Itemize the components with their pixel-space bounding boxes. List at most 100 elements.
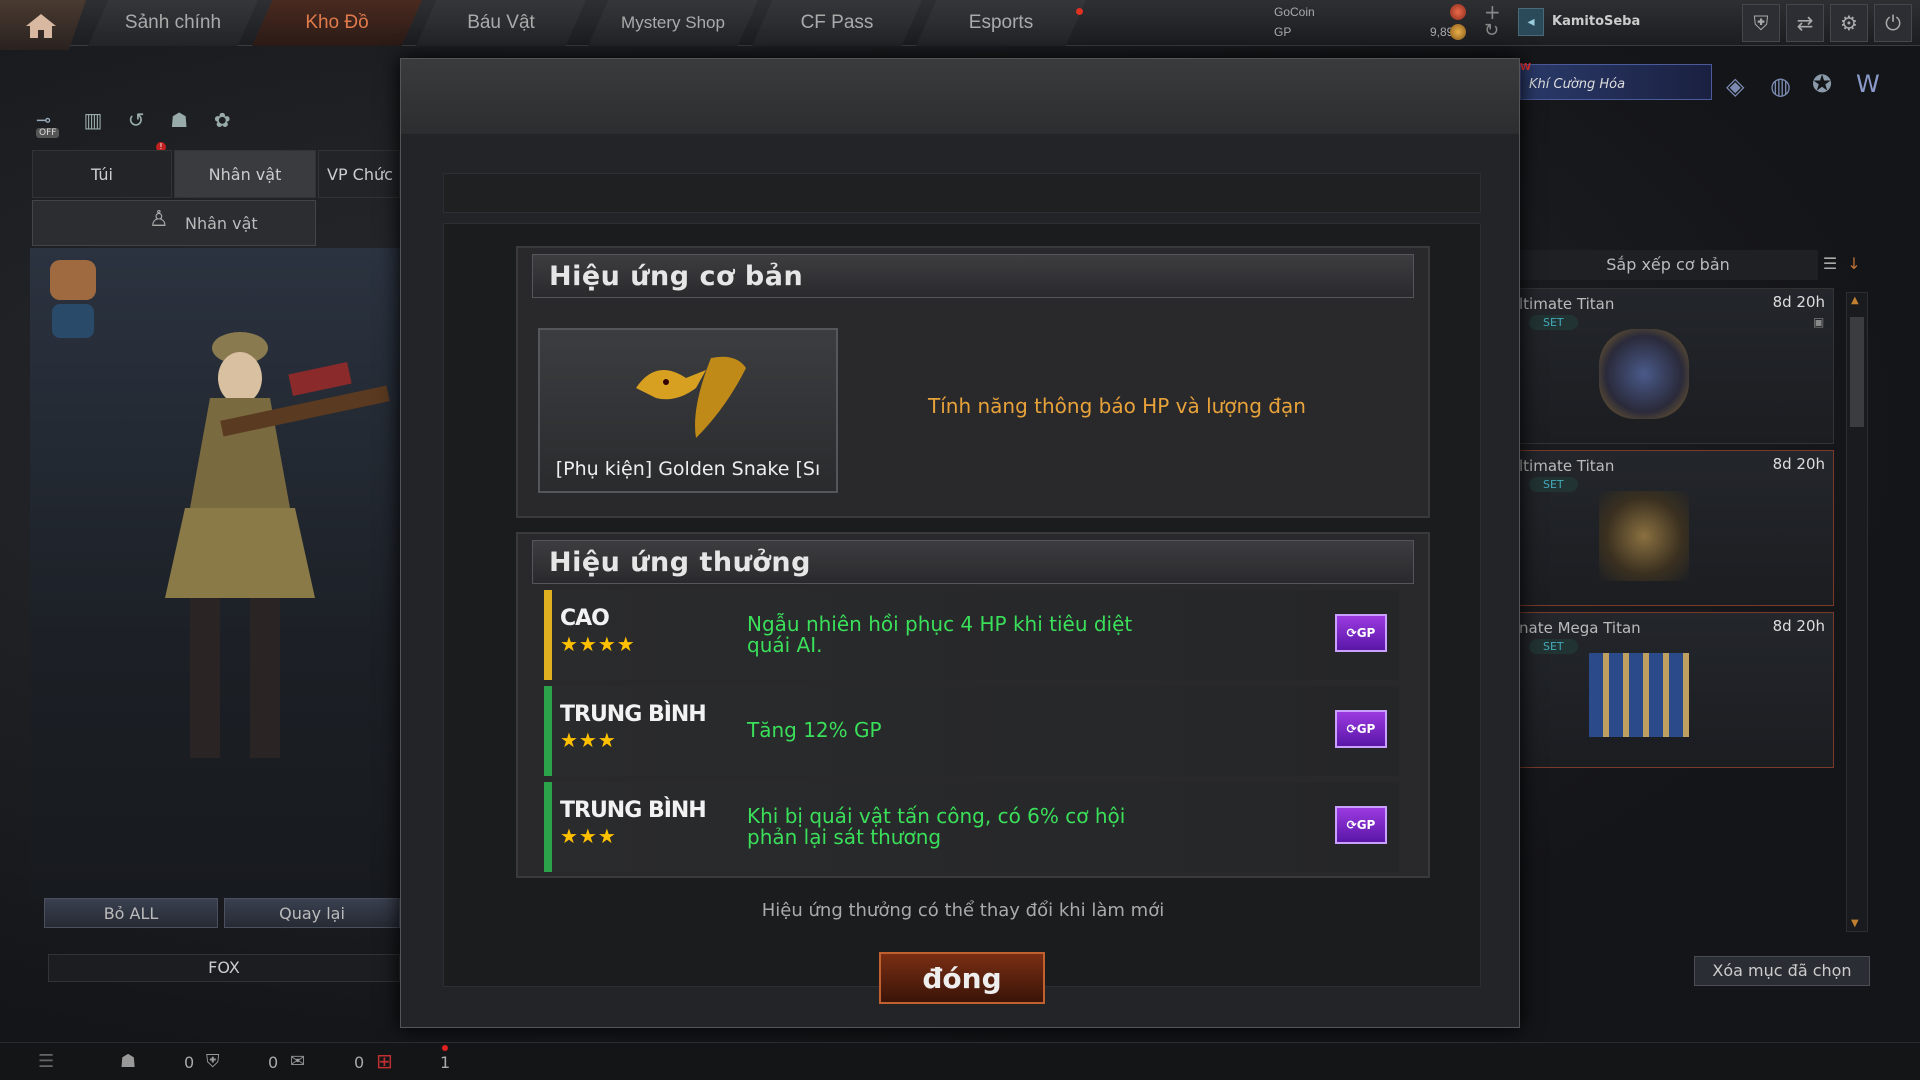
- subtab-nhan-vat[interactable]: ♙ Nhân vật: [32, 200, 316, 246]
- transfer-icon[interactable]: ⇄: [1786, 4, 1824, 42]
- legs-image: [1589, 653, 1689, 737]
- effect-text: Ngẫu nhiên hồi phục 4 HP khi tiêu diệt q…: [747, 614, 1132, 656]
- banner-label: Khí Cường Hóa: [1529, 77, 1626, 92]
- team-icon[interactable]: ☗: [120, 1051, 136, 1072]
- tab-nhan-vat[interactable]: Nhân vật: [174, 150, 316, 198]
- toggle-off-icon[interactable]: ⊸ OFF: [36, 110, 70, 140]
- mask-slot-icon[interactable]: [52, 304, 94, 338]
- reward-row: CAO ★★★★ Ngẫu nhiên hồi phục 4 HP khi ti…: [544, 590, 1399, 680]
- chat-icon[interactable]: ✉: [290, 1051, 305, 1072]
- tab-label: Sảnh chính: [124, 12, 222, 33]
- home-icon: [26, 14, 56, 38]
- inventory-item[interactable]: ltimate Titan 8d 20h SET: [1518, 450, 1834, 606]
- new-badge: W: [1520, 62, 1532, 73]
- inventory-item[interactable]: ltimate Titan 8d 20h SET ▣: [1518, 288, 1834, 444]
- emblem-icon[interactable]: ◈: [1726, 72, 1744, 100]
- wing-icon[interactable]: W: [1856, 70, 1880, 98]
- rank-badge-icon: ◂: [1518, 8, 1544, 36]
- grade-stars: ★★★: [560, 824, 617, 848]
- inventory-item[interactable]: nate Mega Titan 8d 20h SET: [1518, 612, 1834, 768]
- weapon-enhance-banner[interactable]: Khí Cường Hóa: [1520, 64, 1712, 100]
- gear-icon[interactable]: ⚙: [1830, 4, 1868, 42]
- subtab-label: Nhân vật: [185, 213, 258, 233]
- sort-label: Sắp xếp cơ bản: [1518, 250, 1818, 280]
- menu-icon[interactable]: ☰: [38, 1051, 54, 1072]
- helmet-image: [1599, 329, 1689, 419]
- notification-dot: [442, 1045, 448, 1051]
- username: KamitoSeba: [1552, 14, 1641, 29]
- gp-label: GP: [1356, 722, 1376, 736]
- close-button[interactable]: đóng: [879, 952, 1045, 1004]
- tab-label: Túi: [91, 164, 113, 184]
- scroll-down-icon[interactable]: ▼: [1851, 918, 1859, 929]
- set-badge: SET: [1529, 639, 1578, 654]
- toggle-label: OFF: [36, 128, 60, 138]
- clear-selected-button[interactable]: Xóa mục đã chọn: [1694, 956, 1870, 986]
- basic-effects-section: Hiệu ứng cơ bản [Phụ kiện] Golden Snake …: [516, 246, 1430, 518]
- tab-label: VP Chức: [327, 164, 393, 184]
- gocoin-label: GoCoin: [1274, 5, 1315, 19]
- character-model: [165, 332, 390, 758]
- lock-icon: ▣: [1813, 315, 1825, 329]
- effect-line: phản lại sát thương: [747, 825, 942, 849]
- gp-coin-icon: [1450, 24, 1466, 40]
- grade-stars: ★★★: [560, 728, 617, 752]
- dialog-body: Hiệu ứng cơ bản [Phụ kiện] Golden Snake …: [443, 223, 1481, 987]
- gp-label: GP: [1356, 818, 1376, 832]
- shield-small-icon[interactable]: ⛨: [206, 1051, 220, 1072]
- section-title: Hiệu ứng thưởng: [549, 546, 811, 578]
- globe-icon[interactable]: ◍: [1770, 72, 1791, 100]
- count-label: 0: [354, 1053, 365, 1072]
- reroll-gp-button[interactable]: ⟳ GP: [1335, 614, 1387, 652]
- back-button[interactable]: Quay lại: [224, 898, 400, 928]
- golden-snake-image: [636, 356, 746, 438]
- tab-cf-pass[interactable]: CF Pass: [752, 0, 922, 46]
- tab-sanh-chinh[interactable]: Sảnh chính: [88, 0, 258, 46]
- pose-icon[interactable]: ☗: [164, 108, 194, 132]
- gift-icon[interactable]: ⊞: [376, 1049, 393, 1073]
- item-duration: 8d 20h: [1772, 293, 1825, 311]
- grenade-icon[interactable]: ✿: [207, 108, 237, 132]
- reroll-note: Hiệu ứng thưởng có thể thay đổi khi làm …: [761, 900, 1165, 921]
- item-name: [Phụ kiện] Golden Snake [Sı: [555, 458, 821, 480]
- reroll-icon: ⟳: [1346, 626, 1357, 640]
- character-slot-icon[interactable]: [50, 260, 96, 300]
- scrollbar-thumb[interactable]: [1850, 317, 1864, 427]
- effect-line: Khi bị quái vật tấn công, có 6% cơ hội: [747, 804, 1126, 828]
- effect-text: Tăng 12% GP: [747, 720, 882, 741]
- tab-tui[interactable]: Túi: [32, 150, 172, 198]
- grade-label: CAO: [560, 606, 610, 631]
- reroll-gp-button[interactable]: ⟳ GP: [1335, 806, 1387, 844]
- tab-label: Esports: [968, 12, 1034, 33]
- reward-row: TRUNG BÌNH ★★★ Tăng 12% GP ⟳ GP: [544, 686, 1399, 776]
- basic-effect-text: Tính năng thông báo HP và lượng đạn: [928, 394, 1306, 418]
- count-label: 0: [184, 1053, 195, 1072]
- sort-down-icon[interactable]: ↓: [1846, 254, 1862, 276]
- refresh-icon[interactable]: ↻: [1484, 20, 1499, 41]
- stats-icon[interactable]: ▥: [78, 108, 108, 132]
- crest-icon[interactable]: ✪: [1812, 70, 1832, 98]
- item-list-scrollbar[interactable]: ▲ ▼: [1846, 292, 1868, 932]
- character-name: FOX: [48, 954, 400, 982]
- tab-bau-vat[interactable]: Báu Vật: [416, 0, 586, 46]
- button-label: Bỏ ALL: [103, 903, 159, 923]
- remove-all-button[interactable]: Bỏ ALL: [44, 898, 218, 928]
- reward-effects-section: Hiệu ứng thưởng CAO ★★★★ Ngẫu nhiên hồi …: [516, 532, 1430, 878]
- effect-text: Khi bị quái vật tấn công, có 6% cơ hội p…: [747, 806, 1125, 848]
- tab-esports[interactable]: Esports: [916, 0, 1086, 46]
- item-name: ltimate Titan: [1519, 295, 1615, 313]
- list-view-icon[interactable]: ☰: [1818, 254, 1842, 276]
- tab-kho-do[interactable]: Kho Đồ: [252, 0, 422, 46]
- character-icon: ♙: [149, 207, 169, 232]
- shield-icon[interactable]: ⛨: [1742, 4, 1780, 42]
- history-icon[interactable]: ↺: [121, 108, 151, 132]
- gocoin-icon: [1450, 4, 1466, 20]
- scroll-up-icon[interactable]: ▲: [1851, 295, 1859, 306]
- dialog-header: [401, 59, 1519, 134]
- reroll-gp-button[interactable]: ⟳ GP: [1335, 710, 1387, 748]
- gp-label: GP: [1356, 626, 1376, 640]
- tab-mystery-shop[interactable]: Mystery Shop: [588, 0, 758, 46]
- tab-vp-chuc[interactable]: VP Chức: [318, 150, 400, 198]
- item-card[interactable]: [Phụ kiện] Golden Snake [Sı: [538, 328, 838, 493]
- power-icon[interactable]: ⏻: [1874, 4, 1912, 42]
